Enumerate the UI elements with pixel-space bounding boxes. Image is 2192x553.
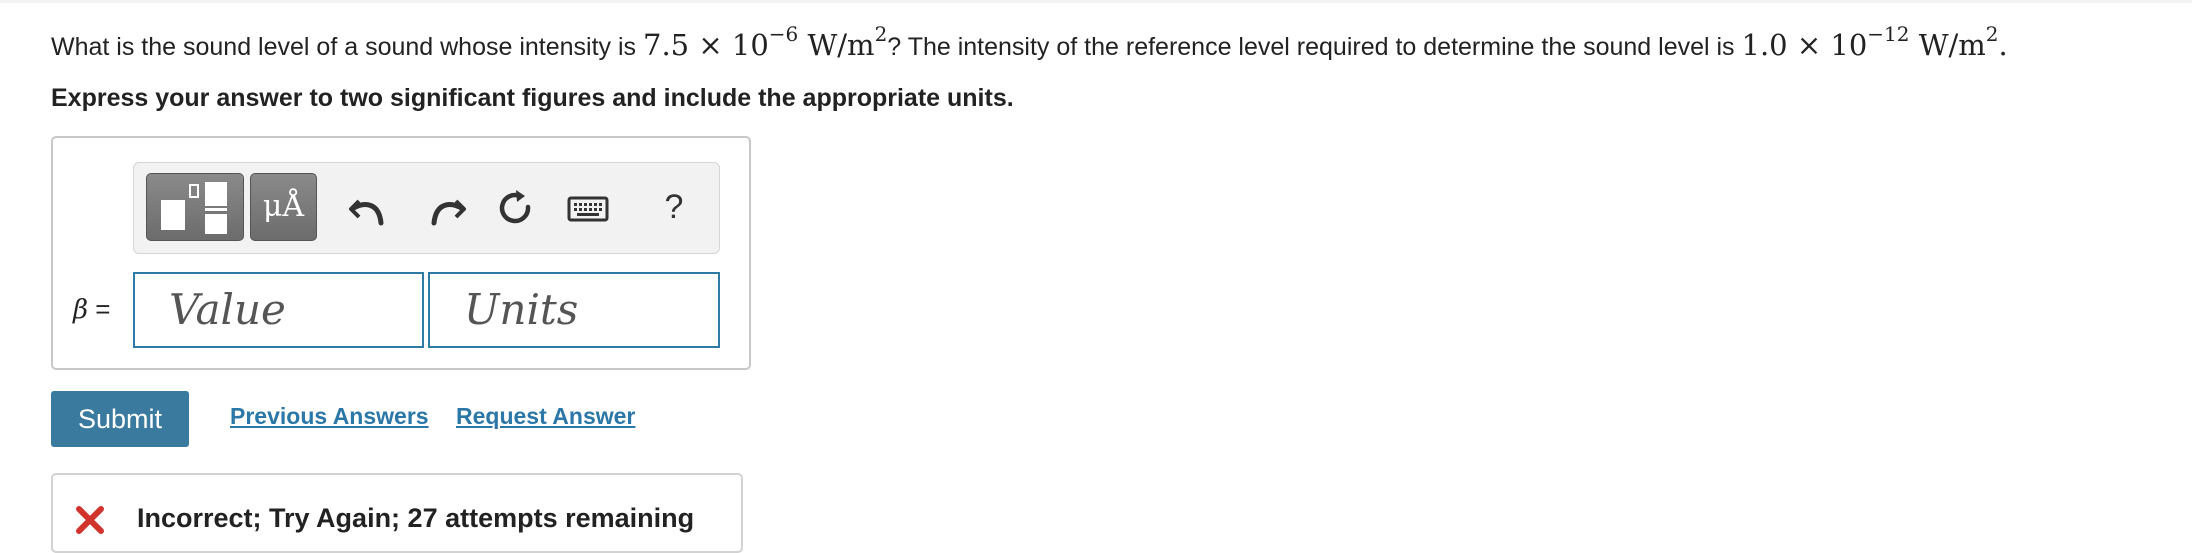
units-button[interactable]: μÅ: [250, 173, 317, 241]
reset-icon[interactable]: [494, 187, 538, 231]
intensity-unit: W/m: [807, 28, 875, 62]
intensity-exponent: −6: [768, 22, 799, 47]
reference-mantissa: 1.0: [1741, 28, 1788, 62]
feedback-panel: Incorrect; Try Again; 27 attempts remain…: [51, 473, 743, 553]
question-end: .: [1998, 28, 2008, 62]
question-part2: ? The intensity of the reference level r…: [887, 33, 1742, 61]
keyboard-icon[interactable]: [566, 187, 610, 231]
redo-icon[interactable]: [424, 187, 468, 231]
reference-unit-exponent: 2: [1985, 22, 1999, 47]
undo-icon[interactable]: [347, 187, 391, 231]
reference-exponent: −12: [1867, 22, 1910, 47]
intensity-expression: 7.5 × 10−6 W/m2: [643, 24, 887, 62]
times-sign: ×: [698, 28, 723, 62]
feedback-text: Incorrect; Try Again; 27 attempts remain…: [137, 503, 695, 533]
top-divider: [0, 0, 2192, 3]
intensity-base: 10: [731, 28, 769, 62]
templates-button[interactable]: [146, 173, 244, 241]
instruction-text: Express your answer to two significant f…: [51, 84, 1014, 112]
question-part1: What is the sound level of a sound whose…: [51, 33, 643, 61]
intensity-unit-exponent: 2: [874, 22, 888, 47]
answer-variable-label: β =: [73, 294, 110, 325]
equals-sign: =: [95, 294, 111, 324]
previous-answers-link[interactable]: Previous Answers: [230, 403, 429, 430]
beta-symbol: β: [73, 295, 89, 325]
math-toolbar: μÅ ?: [133, 162, 720, 254]
reference-expression: 1.0 × 10−12 W/m2.: [1741, 24, 2008, 62]
request-answer-link[interactable]: Request Answer: [456, 403, 635, 430]
answer-box: μÅ ? β = Value Units: [51, 136, 751, 370]
times-sign: ×: [1796, 28, 1822, 62]
value-input[interactable]: Value: [133, 272, 424, 348]
help-button[interactable]: ?: [654, 185, 694, 229]
submit-button[interactable]: Submit: [51, 391, 189, 447]
intensity-mantissa: 7.5: [643, 28, 690, 62]
reference-base: 10: [1830, 28, 1868, 62]
incorrect-x-icon: [76, 506, 104, 534]
question-text: What is the sound level of a sound whose…: [51, 20, 2008, 72]
reference-unit: W/m: [1918, 28, 1986, 62]
units-input[interactable]: Units: [428, 272, 720, 348]
